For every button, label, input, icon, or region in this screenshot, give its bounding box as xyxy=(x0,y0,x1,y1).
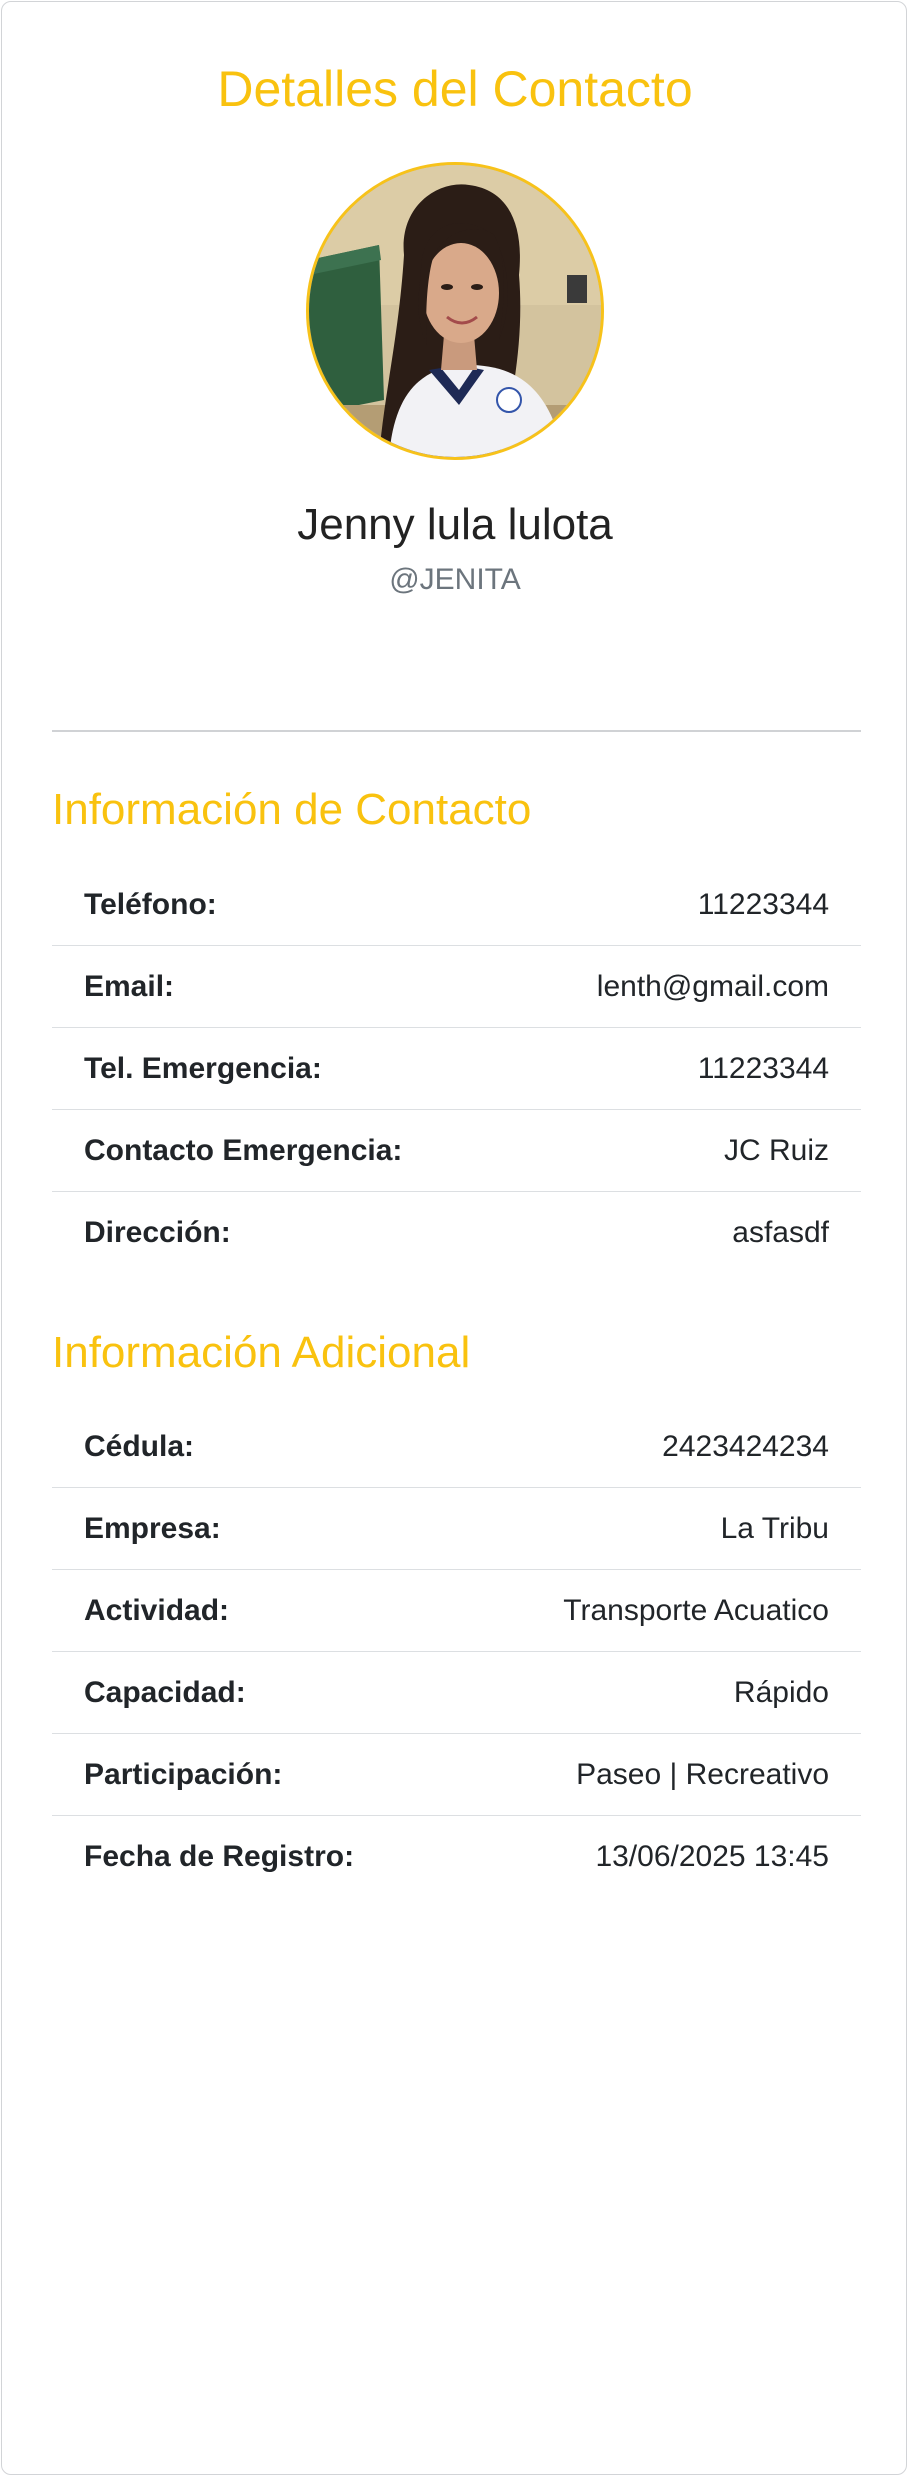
row-label: Capacidad: xyxy=(84,1676,246,1709)
contact-name: Jenny lula lulota xyxy=(297,500,613,549)
row-label: Cédula: xyxy=(84,1430,195,1463)
list-item: Fecha de Registro: 13/06/2025 13:45 xyxy=(52,1816,861,1898)
contact-info-list: Teléfono: 11223344 Email: lenth@gmail.co… xyxy=(52,864,861,1274)
row-value: asfasdf xyxy=(732,1216,829,1249)
list-item: Participación: Paseo | Recreativo xyxy=(52,1734,861,1816)
list-item: Cédula: 2423424234 xyxy=(52,1406,861,1488)
row-label: Contacto Emergencia: xyxy=(84,1134,403,1167)
row-value: La Tribu xyxy=(720,1512,829,1545)
row-value: JC Ruiz xyxy=(723,1134,829,1167)
list-item: Email: lenth@gmail.com xyxy=(52,946,861,1028)
list-item: Dirección: asfasdf xyxy=(52,1192,861,1274)
list-item: Teléfono: 11223344 xyxy=(52,864,861,946)
additional-info-list: Cédula: 2423424234 Empresa: La Tribu Act… xyxy=(52,1406,861,1898)
row-value: 13/06/2025 13:45 xyxy=(595,1840,829,1873)
row-value: 2423424234 xyxy=(662,1430,829,1463)
row-label: Actividad: xyxy=(84,1594,230,1627)
list-item: Actividad: Transporte Acuatico xyxy=(52,1570,861,1652)
row-label: Empresa: xyxy=(84,1512,221,1545)
list-item: Contacto Emergencia: JC Ruiz xyxy=(52,1110,861,1192)
row-value: 11223344 xyxy=(697,1052,829,1085)
section-divider xyxy=(52,730,861,732)
row-value: 11223344 xyxy=(697,888,829,921)
row-value: Rápido xyxy=(733,1676,829,1709)
row-value: lenth@gmail.com xyxy=(596,970,829,1003)
list-item: Capacidad: Rápido xyxy=(52,1652,861,1734)
row-label: Teléfono: xyxy=(84,888,217,921)
row-label: Dirección: xyxy=(84,1216,231,1249)
profile-photo-image xyxy=(309,165,601,457)
contact-username: @JENITA xyxy=(389,563,521,596)
list-item: Empresa: La Tribu xyxy=(52,1488,861,1570)
row-value: Transporte Acuatico xyxy=(563,1594,829,1627)
row-label: Email: xyxy=(84,970,175,1003)
additional-info-title: Información Adicional xyxy=(52,1328,471,1377)
contact-info-title: Información de Contacto xyxy=(52,785,532,834)
contact-details-card: Detalles del Contacto Jenny lula lulota … xyxy=(1,1,907,2475)
row-label: Participación: xyxy=(84,1758,283,1791)
avatar xyxy=(306,162,604,460)
row-label: Tel. Emergencia: xyxy=(84,1052,322,1085)
list-item: Tel. Emergencia: 11223344 xyxy=(52,1028,861,1110)
row-value: Paseo | Recreativo xyxy=(576,1758,829,1791)
page-title: Detalles del Contacto xyxy=(217,61,693,117)
row-label: Fecha de Registro: xyxy=(84,1840,355,1873)
